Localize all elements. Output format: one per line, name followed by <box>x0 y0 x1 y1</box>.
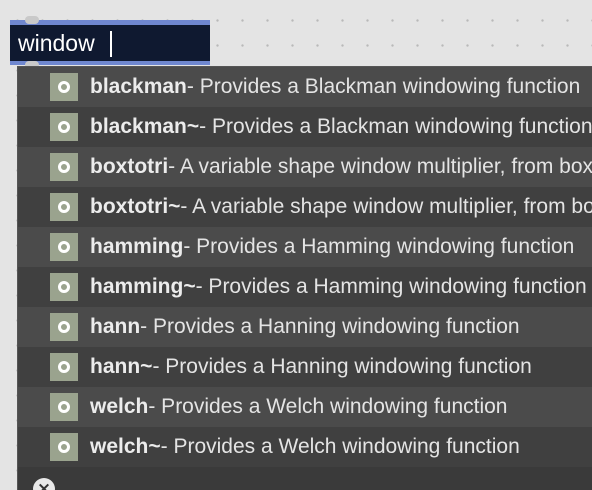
suggestion-name: hann~ <box>90 355 153 378</box>
suggestion-name: blackman <box>90 75 187 98</box>
suggestion-item-boxtotri[interactable]: boxtotri - A variable shape window multi… <box>18 147 592 187</box>
object-icon <box>50 193 78 221</box>
object-icon <box>50 433 78 461</box>
suggestion-name: welch <box>90 395 149 418</box>
suggestion-item-hann[interactable]: hann - Provides a Hanning windowing func… <box>18 307 592 347</box>
object-icon <box>50 113 78 141</box>
suggestion-name: welch~ <box>90 435 161 458</box>
object-icon <box>50 73 78 101</box>
suggestion-item-hann-tilde[interactable]: hann~ - Provides a Hanning windowing fun… <box>18 347 592 387</box>
object-icon <box>50 353 78 381</box>
object-icon <box>50 273 78 301</box>
suggestion-description: - Provides a Blackman windowing function <box>186 75 581 98</box>
object-icon <box>50 313 78 341</box>
suggestion-item-welch-tilde[interactable]: welch~ - Provides a Welch windowing func… <box>18 427 592 467</box>
suggestion-name: boxtotri~ <box>90 195 181 218</box>
suggestion-name: boxtotri <box>90 155 169 178</box>
suggestion-description: - A variable shape window multiplier, fr… <box>168 155 592 178</box>
object-icon <box>50 393 78 421</box>
suggestion-item-blackman[interactable]: blackman - Provides a Blackman windowing… <box>18 67 592 107</box>
suggestion-description: - Provides a Welch windowing function <box>160 435 520 458</box>
suggestion-list: blackman - Provides a Blackman windowing… <box>18 67 592 467</box>
suggestion-item-welch[interactable]: welch - Provides a Welch windowing funct… <box>18 387 592 427</box>
suggestion-item-hamming[interactable]: hamming - Provides a Hamming windowing f… <box>18 227 592 267</box>
suggestion-name: hamming <box>90 235 184 258</box>
object-icon <box>50 153 78 181</box>
object-icon <box>50 233 78 261</box>
suggestion-item-hamming-tilde[interactable]: hamming~ - Provides a Hamming windowing … <box>18 267 592 307</box>
suggestion-item-blackman-tilde[interactable]: blackman~ - Provides a Blackman windowin… <box>18 107 592 147</box>
close-icon[interactable]: × <box>33 478 55 490</box>
suggestion-description: - Provides a Blackman windowing function <box>199 115 592 138</box>
suggestion-description: - A variable shape window multiplier, fr… <box>180 195 592 218</box>
suggestion-description: - Provides a Welch windowing function <box>148 395 508 418</box>
object-box[interactable] <box>10 16 210 69</box>
suggestion-description: - Provides a Hanning windowing function <box>152 355 532 378</box>
suggestion-description: - Provides a Hamming windowing function <box>195 275 587 298</box>
suggestion-description: - Provides a Hanning windowing function <box>140 315 520 338</box>
autocomplete-dropdown: blackman - Provides a Blackman windowing… <box>17 66 592 490</box>
suggestion-description: - Provides a Hamming windowing function <box>183 235 575 258</box>
suggestion-name: hamming~ <box>90 275 196 298</box>
inlet[interactable] <box>25 16 39 24</box>
suggestion-name: blackman~ <box>90 115 200 138</box>
suggestion-item-boxtotri-tilde[interactable]: boxtotri~ - A variable shape window mult… <box>18 187 592 227</box>
suggestion-name: hann <box>90 315 141 338</box>
text-caret <box>110 31 112 57</box>
